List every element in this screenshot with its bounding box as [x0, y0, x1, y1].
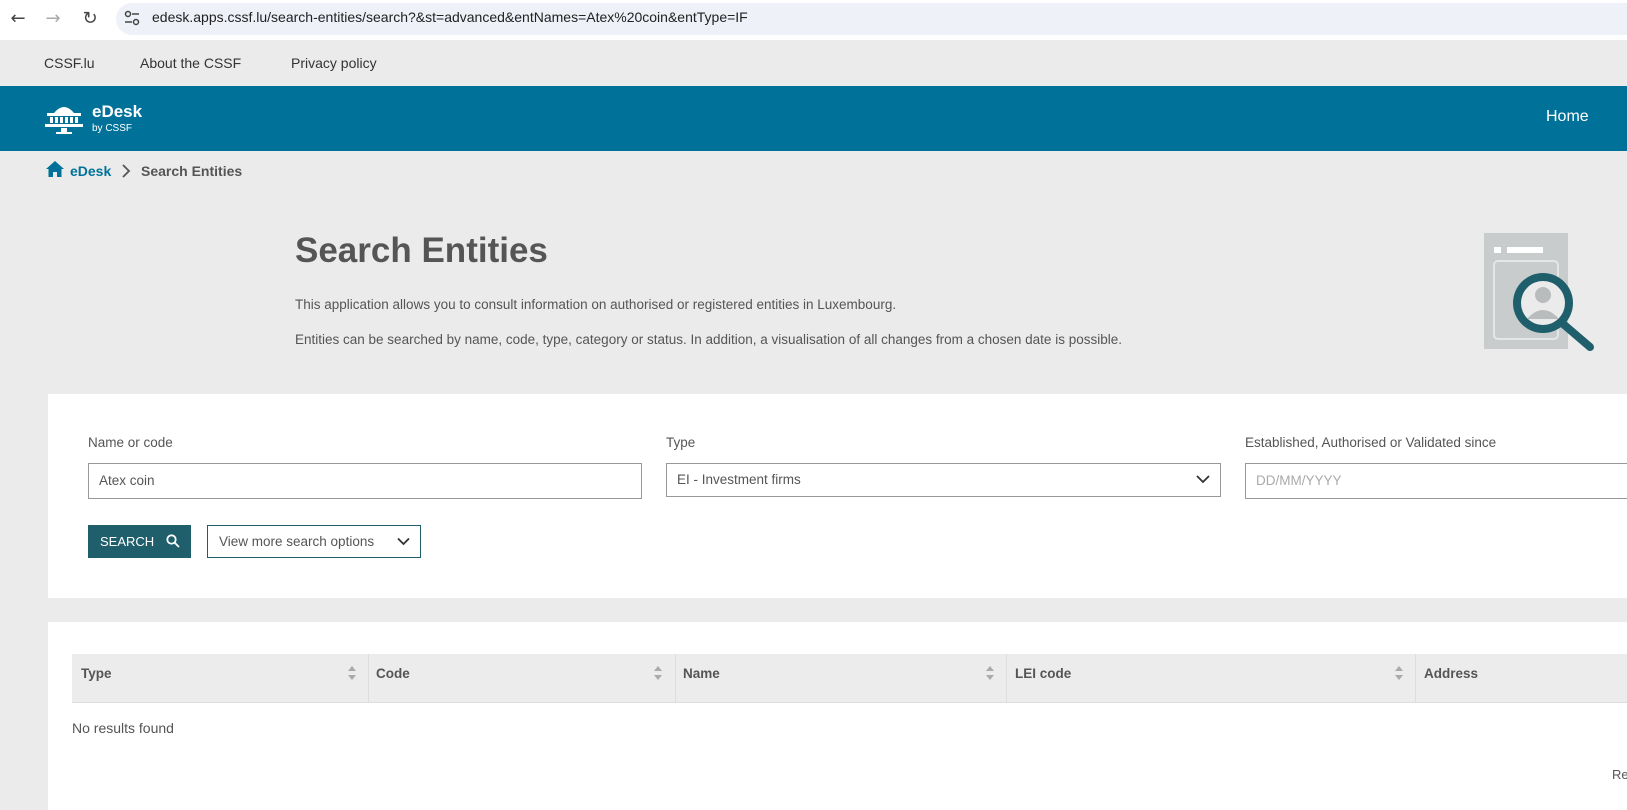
site-header [0, 86, 1627, 151]
no-results-message: No results found [72, 720, 174, 736]
type-label: Type [666, 435, 696, 450]
logo-subtitle: by CSSF [92, 123, 133, 134]
page-title: Search Entities [295, 231, 548, 270]
date-since-input[interactable]: DD/MM/YYYY [1245, 463, 1627, 499]
home-icon[interactable] [45, 160, 65, 178]
date-since-label: Established, Authorised or Validated sin… [1245, 435, 1497, 450]
sort-icon[interactable] [347, 664, 357, 682]
document-search-icon [1484, 233, 1594, 351]
chevron-down-icon [397, 537, 410, 546]
logo-title[interactable]: eDesk [92, 102, 142, 122]
sort-icon[interactable] [1394, 664, 1404, 682]
sort-icon[interactable] [653, 664, 663, 682]
url-text[interactable]: edesk.apps.cssf.lu/search-entities/searc… [152, 9, 748, 25]
nav-home-link[interactable]: Home [1546, 108, 1589, 126]
type-select[interactable]: EI - Investment firms [666, 463, 1221, 497]
type-select-value: EI - Investment firms [677, 472, 801, 487]
chevron-right-icon [122, 164, 131, 178]
intro-paragraph-1: This application allows you to consult i… [295, 297, 897, 312]
forward-icon[interactable]: → [42, 8, 64, 30]
results-panel [48, 622, 1627, 810]
column-divider [1006, 654, 1007, 702]
column-header-address[interactable]: Address [1424, 666, 1478, 681]
breadcrumb-edesk[interactable]: eDesk [70, 163, 111, 179]
breadcrumb-current: Search Entities [141, 163, 243, 179]
column-divider [675, 654, 676, 702]
column-divider [368, 654, 369, 702]
chevron-down-icon[interactable] [1196, 474, 1210, 484]
intro-paragraph-2: Entities can be searched by name, code, … [295, 332, 1122, 347]
search-button-label: SEARCH [100, 534, 155, 549]
sort-icon[interactable] [985, 664, 995, 682]
more-search-options-label: View more search options [219, 534, 375, 549]
search-icon [166, 534, 180, 548]
name-code-input[interactable]: Atex coin [88, 463, 642, 499]
top-link-cssf[interactable]: CSSF.lu [44, 55, 95, 71]
column-header-code[interactable]: Code [376, 666, 410, 681]
column-header-type[interactable]: Type [81, 666, 112, 681]
top-link-privacy[interactable]: Privacy policy [291, 55, 377, 71]
top-link-about[interactable]: About the CSSF [140, 55, 241, 71]
back-icon[interactable]: ← [7, 8, 29, 30]
results-footer-text: Re [1612, 767, 1627, 782]
column-header-name[interactable]: Name [683, 666, 720, 681]
column-header-lei-code[interactable]: LEI code [1015, 666, 1071, 681]
name-code-label: Name or code [88, 435, 173, 450]
column-divider [1415, 654, 1416, 702]
site-info-icon[interactable] [122, 8, 142, 28]
more-search-options-button[interactable]: View more search options [207, 525, 421, 558]
reload-icon[interactable]: ↻ [79, 8, 101, 30]
edesk-logo-icon[interactable] [44, 101, 84, 135]
